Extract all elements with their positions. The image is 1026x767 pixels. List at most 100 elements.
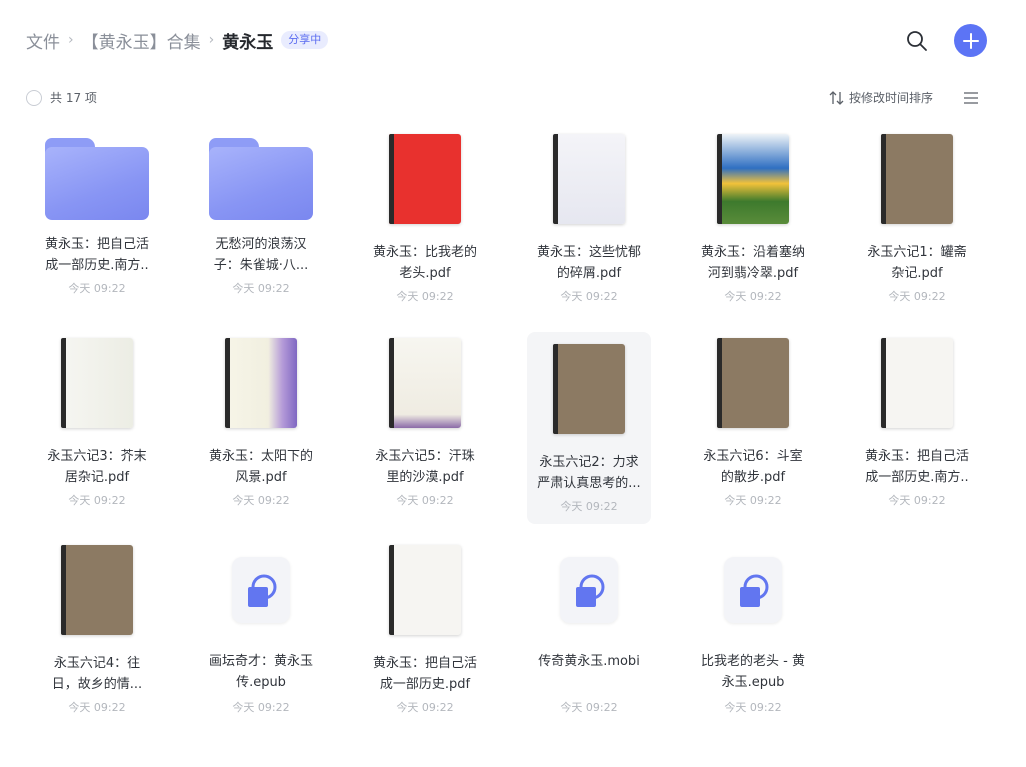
- file-thumbnail: [691, 539, 815, 641]
- breadcrumb-separator-icon: ›: [68, 32, 74, 48]
- breadcrumb-collection[interactable]: 【黄永玉】合集: [82, 28, 201, 53]
- file-name: 永玉六记2：力求严肃认真思考的...: [537, 455, 641, 491]
- file-name: 黄永玉：把自己活成一部历史.南方..: [44, 237, 149, 273]
- folder-icon: [209, 138, 313, 220]
- item-count: 共 17 项: [50, 91, 97, 105]
- breadcrumb-separator-icon: ›: [208, 32, 215, 48]
- file-name: 画坛奇才：黄永玉传.epub: [208, 654, 313, 690]
- file-modified-time: 今天 09:22: [396, 701, 454, 714]
- sort-label: 按修改时间排序: [849, 91, 934, 105]
- file-thumbnail: [527, 128, 651, 230]
- epub-file-icon: [724, 557, 782, 623]
- file-name: 永玉六记1：罐斋杂记.pdf: [867, 245, 967, 281]
- file-modified-time: 今天 09:22: [888, 290, 946, 303]
- sharing-badge: 分享中: [281, 31, 329, 49]
- file-modified-time: 今天 09:22: [724, 290, 782, 303]
- file-thumbnail: [691, 128, 815, 230]
- search-icon: [907, 31, 927, 51]
- book-cover-icon: [389, 134, 461, 224]
- file-item[interactable]: 黄永玉：沿着塞纳河到翡冷翠.pdf 今天 09:22: [691, 128, 815, 320]
- file-name: 比我老的老头 - 黄永玉.epub: [701, 654, 805, 690]
- file-name: 黄永玉：把自己活成一部历史.南方..: [864, 449, 969, 485]
- select-all: 共 17 项: [26, 89, 97, 106]
- book-cover-icon: [717, 134, 789, 224]
- file-thumbnail: [199, 128, 323, 230]
- file-modified-time: 今天 09:22: [396, 494, 454, 507]
- file-name: 永玉六记6：斗室的散步.pdf: [703, 449, 803, 485]
- file-modified-time: 今天 09:22: [68, 282, 126, 295]
- file-name: 黄永玉：比我老的老头.pdf: [372, 245, 477, 281]
- file-thumbnail: [691, 332, 815, 434]
- select-all-checkbox[interactable]: [26, 89, 42, 106]
- file-item[interactable]: 黄永玉：这些忧郁的碎屑.pdf 今天 09:22: [527, 128, 651, 320]
- book-cover-icon: [389, 545, 461, 635]
- file-modified-time: 今天 09:22: [68, 701, 126, 714]
- file-item[interactable]: 永玉六记6：斗室的散步.pdf 今天 09:22: [691, 332, 815, 524]
- file-thumbnail: [363, 539, 487, 641]
- sort-arrows-icon: [829, 90, 844, 105]
- file-item[interactable]: 永玉六记5：汗珠里的沙漠.pdf 今天 09:22: [363, 332, 487, 524]
- view-toggle-button[interactable]: [963, 90, 979, 106]
- file-item[interactable]: 黄永玉：把自己活成一部历史.pdf 今天 09:22: [363, 539, 487, 731]
- file-modified-time: 今天 09:22: [232, 494, 290, 507]
- file-thumbnail: [363, 332, 487, 434]
- book-cover-icon: [389, 338, 461, 428]
- sort-button[interactable]: 按修改时间排序: [829, 89, 933, 106]
- book-cover-icon: [61, 545, 133, 635]
- header-bar: 文件 › 【黄永玉】合集 › 黄永玉 分享中: [0, 0, 1026, 80]
- file-item[interactable]: 传奇黄永玉.mobi 今天 09:22: [527, 539, 651, 731]
- file-thumbnail: [855, 128, 979, 230]
- mobi-file-icon: [560, 557, 618, 623]
- file-modified-time: 今天 09:22: [560, 500, 618, 513]
- file-thumbnail: [527, 539, 651, 641]
- file-modified-time: 今天 09:22: [724, 494, 782, 507]
- file-name: 永玉六记3：芥末居杂记.pdf: [47, 449, 147, 485]
- file-name: 传奇黄永玉.mobi: [538, 654, 640, 669]
- breadcrumb-root[interactable]: 文件: [26, 28, 60, 53]
- file-thumbnail: [35, 539, 159, 641]
- file-item[interactable]: 比我老的老头 - 黄永玉.epub 今天 09:22: [691, 539, 815, 731]
- add-button[interactable]: [954, 24, 987, 57]
- breadcrumb-current: 黄永玉: [222, 32, 274, 53]
- file-thumbnail: [199, 332, 323, 434]
- book-cover-icon: [881, 338, 953, 428]
- book-cover-icon: [553, 344, 625, 434]
- book-cover-icon: [225, 338, 297, 428]
- file-item[interactable]: 画坛奇才：黄永玉传.epub 今天 09:22: [199, 539, 323, 731]
- file-modified-time: 今天 09:22: [396, 290, 454, 303]
- file-modified-time: 今天 09:22: [560, 290, 618, 303]
- file-thumbnail: [35, 128, 159, 230]
- epub-file-icon: [232, 557, 290, 623]
- book-cover-icon: [61, 338, 133, 428]
- plus-icon: [962, 32, 979, 49]
- list-view-icon: [964, 92, 978, 104]
- file-modified-time: 今天 09:22: [232, 282, 290, 295]
- file-thumbnail: [527, 338, 651, 440]
- breadcrumb: 文件 › 【黄永玉】合集 › 黄永玉 分享中: [26, 28, 329, 53]
- file-thumbnail: [199, 539, 323, 641]
- file-name: 黄永玉：沿着塞纳河到翡冷翠.pdf: [700, 245, 805, 281]
- file-name: 黄永玉：这些忧郁的碎屑.pdf: [536, 245, 641, 281]
- file-item[interactable]: 黄永玉：把自己活成一部历史.南方.. 今天 09:22: [855, 332, 979, 524]
- file-item[interactable]: 永玉六记2：力求严肃认真思考的... 今天 09:22: [527, 332, 651, 524]
- book-cover-icon: [553, 134, 625, 224]
- file-item[interactable]: 黄永玉：太阳下的风景.pdf 今天 09:22: [199, 332, 323, 524]
- search-button[interactable]: [904, 28, 930, 54]
- file-modified-time: 今天 09:22: [232, 701, 290, 714]
- file-item[interactable]: 永玉六记4：往日，故乡的情... 今天 09:22: [35, 539, 159, 731]
- file-item[interactable]: 黄永玉：把自己活成一部历史.南方.. 今天 09:22: [35, 128, 159, 320]
- file-name: 永玉六记4：往日，故乡的情...: [51, 656, 143, 692]
- file-name: 无愁河的浪荡汉子：朱雀城·八...: [213, 237, 309, 273]
- file-item[interactable]: 永玉六记3：芥末居杂记.pdf 今天 09:22: [35, 332, 159, 524]
- file-modified-time: 今天 09:22: [560, 701, 618, 714]
- file-item[interactable]: 无愁河的浪荡汉子：朱雀城·八... 今天 09:22: [199, 128, 323, 320]
- file-thumbnail: [35, 332, 159, 434]
- folder-icon: [45, 138, 149, 220]
- file-modified-time: 今天 09:22: [724, 701, 782, 714]
- file-name: 黄永玉：把自己活成一部历史.pdf: [372, 656, 477, 692]
- file-item[interactable]: 永玉六记1：罐斋杂记.pdf 今天 09:22: [855, 128, 979, 320]
- file-thumbnail: [855, 332, 979, 434]
- file-name: 黄永玉：太阳下的风景.pdf: [208, 449, 313, 485]
- file-modified-time: 今天 09:22: [68, 494, 126, 507]
- file-item[interactable]: 黄永玉：比我老的老头.pdf 今天 09:22: [363, 128, 487, 320]
